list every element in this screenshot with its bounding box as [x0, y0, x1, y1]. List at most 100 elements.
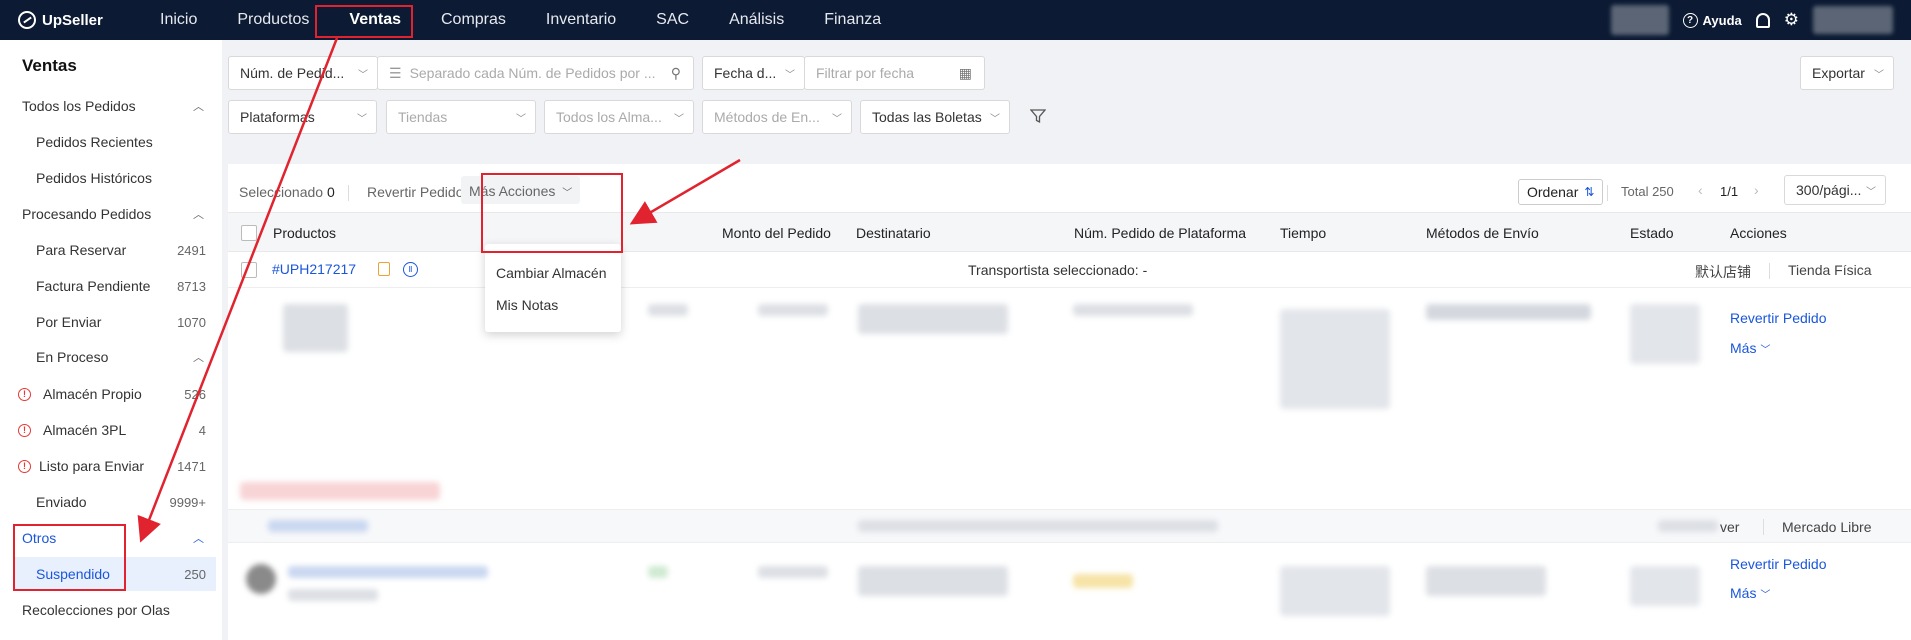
- divider: [1763, 519, 1764, 535]
- blurred-row-content: [1280, 309, 1390, 409]
- sidebar-item-ready-to-ship[interactable]: ! Listo para Enviar 1471: [0, 449, 216, 483]
- selected-count: 0: [326, 184, 335, 200]
- sidebar-item-own-warehouse[interactable]: ! Almacén Propio 526: [0, 377, 216, 411]
- sidebar-item-historic[interactable]: Pedidos Históricos: [0, 161, 216, 195]
- date-type-select[interactable]: Fecha d... ﹀: [702, 56, 805, 90]
- col-time: Tiempo: [1280, 225, 1327, 241]
- logo-icon: [18, 11, 36, 29]
- gear-icon[interactable]: ⚙: [1784, 10, 1799, 30]
- per-page-select[interactable]: 300/pági... ﹀: [1784, 175, 1886, 205]
- sidebar-label: Almacén 3PL: [43, 422, 127, 438]
- blurred-row-content: [858, 520, 1218, 532]
- stores-select[interactable]: Tiendas ﹀: [386, 100, 536, 134]
- sidebar-count: 250: [184, 566, 206, 582]
- sidebar-group-all-orders[interactable]: Todos los Pedidos ︿: [0, 89, 216, 123]
- blurred-row-content: [1426, 566, 1546, 596]
- nav-sac[interactable]: SAC: [636, 0, 709, 40]
- blurred-row-content: [240, 482, 440, 500]
- shipping-methods-select[interactable]: Métodos de En... ﹀: [702, 100, 852, 134]
- sidebar-title: Ventas: [22, 56, 77, 75]
- warehouses-select[interactable]: Todos los Alma... ﹀: [544, 100, 694, 134]
- sidebar-item-recent[interactable]: Pedidos Recientes: [0, 125, 216, 159]
- export-button[interactable]: Exportar ﹀: [1800, 56, 1894, 90]
- more-actions-link[interactable]: Más ﹀: [1730, 585, 1770, 601]
- nav-productos[interactable]: Productos: [217, 0, 329, 40]
- chevron-down-icon: ﹀: [1874, 69, 1884, 81]
- nav-finanza[interactable]: Finanza: [804, 0, 901, 40]
- chevron-down-icon: ﹀: [990, 113, 1000, 125]
- brand-logo[interactable]: UpSeller: [18, 11, 138, 29]
- platforms-select[interactable]: Plataformas ﹀: [228, 100, 377, 134]
- sidebar-group-processing[interactable]: Procesando Pedidos ︿: [0, 197, 216, 231]
- bell-icon[interactable]: [1755, 12, 1770, 28]
- blurred-row-content: [1073, 574, 1133, 588]
- revert-order-link[interactable]: Revertir Pedido: [1730, 556, 1827, 572]
- more-actions-menu: Cambiar Almacén Mis Notas: [485, 244, 621, 332]
- sidebar-count: 526: [184, 386, 206, 402]
- sort-icon: ⇅: [1584, 185, 1595, 199]
- chevron-down-icon: ﹀: [516, 113, 526, 125]
- select-all-checkbox[interactable]: [241, 225, 257, 241]
- carrier-text: Transportista seleccionado: -: [968, 262, 1148, 278]
- order-number-search-input[interactable]: ☰ Separado cada Núm. de Pedidos por ... …: [377, 56, 694, 90]
- sidebar-item-waves[interactable]: Recolecciones por Olas: [0, 593, 216, 627]
- chevron-down-icon: ﹀: [357, 113, 367, 125]
- select-value: Núm. de Pedid...: [240, 65, 345, 81]
- menu-item-change-warehouse[interactable]: Cambiar Almacén: [496, 265, 607, 281]
- sidebar-count: 9999+: [169, 494, 206, 510]
- chevron-up-icon: ︿: [193, 209, 204, 221]
- row-checkbox[interactable]: [241, 262, 257, 278]
- user-avatar[interactable]: [1813, 6, 1893, 34]
- sidebar-count: 8713: [177, 278, 206, 294]
- sidebar-label: Enviado: [36, 494, 87, 510]
- sidebar-group-in-process[interactable]: En Proceso ︿: [0, 340, 216, 374]
- sidebar-item-3pl-warehouse[interactable]: ! Almacén 3PL 4: [0, 413, 216, 447]
- order-id-link[interactable]: #UPH217217: [272, 261, 356, 277]
- blurred-row-content: [758, 566, 828, 578]
- blurred-row-content: [1426, 304, 1591, 320]
- account-switcher[interactable]: [1610, 5, 1669, 35]
- total-count: Total 250: [1621, 184, 1674, 199]
- sidebar-item-to-reserve[interactable]: Para Reservar 2491: [0, 233, 216, 267]
- note-icon[interactable]: [378, 262, 390, 276]
- blurred-row-content: [288, 566, 488, 578]
- help-link[interactable]: ? Ayuda: [1682, 12, 1742, 28]
- divider: [1607, 185, 1608, 201]
- filter-icon[interactable]: [1030, 108, 1046, 124]
- revert-order-button[interactable]: Revertir Pedido: [367, 184, 464, 200]
- blurred-row-content: [283, 304, 348, 352]
- calendar-icon: ▦: [958, 64, 972, 81]
- sort-button[interactable]: Ordenar ⇅: [1518, 179, 1604, 205]
- sidebar-item-to-ship[interactable]: Por Enviar 1070: [0, 305, 216, 339]
- nav-inicio[interactable]: Inicio: [140, 0, 217, 40]
- info-icon[interactable]: Ⅱ: [403, 262, 418, 277]
- next-page-icon[interactable]: ›: [1754, 182, 1759, 198]
- menu-item-my-notes[interactable]: Mis Notas: [496, 297, 558, 313]
- nav-analisis[interactable]: Análisis: [709, 0, 804, 40]
- selected-indicator: Seleccionado 0: [239, 184, 335, 200]
- receipts-select[interactable]: Todas las Boletas ﹀: [860, 100, 1010, 134]
- revert-order-link[interactable]: Revertir Pedido: [1730, 310, 1827, 326]
- sidebar-label: Para Reservar: [36, 242, 127, 258]
- blurred-row-content: [288, 589, 378, 601]
- sidebar-item-sent[interactable]: Enviado 9999+: [0, 485, 216, 519]
- nav-inventario[interactable]: Inventario: [526, 0, 636, 40]
- selected-label: Seleccionado: [239, 184, 324, 200]
- prev-page-icon[interactable]: ‹: [1698, 182, 1703, 198]
- sidebar-item-invoice-pending[interactable]: Factura Pendiente 8713: [0, 269, 216, 303]
- order-number-type-select[interactable]: Núm. de Pedid... ﹀: [228, 56, 378, 90]
- warning-icon: !: [18, 423, 31, 437]
- annotation-box-more-actions: [481, 173, 623, 253]
- more-actions-link[interactable]: Más ﹀: [1730, 340, 1770, 356]
- sidebar-label: Todos los Pedidos: [22, 98, 136, 114]
- nav-compras[interactable]: Compras: [421, 0, 526, 40]
- store-name-partial: ver: [1720, 519, 1740, 535]
- table-row: ver Mercado Libre: [228, 509, 1911, 543]
- annotation-box-ventas: [315, 5, 413, 38]
- blurred-row-content: [648, 304, 688, 316]
- brand-name: UpSeller: [42, 11, 103, 29]
- date-filter-input[interactable]: Filtrar por fecha ▦: [804, 56, 985, 90]
- search-icon[interactable]: ⚲: [671, 65, 681, 82]
- table-row: #UPH217217 Ⅱ Transportista seleccionado:…: [228, 252, 1911, 288]
- col-status: Estado: [1630, 225, 1674, 241]
